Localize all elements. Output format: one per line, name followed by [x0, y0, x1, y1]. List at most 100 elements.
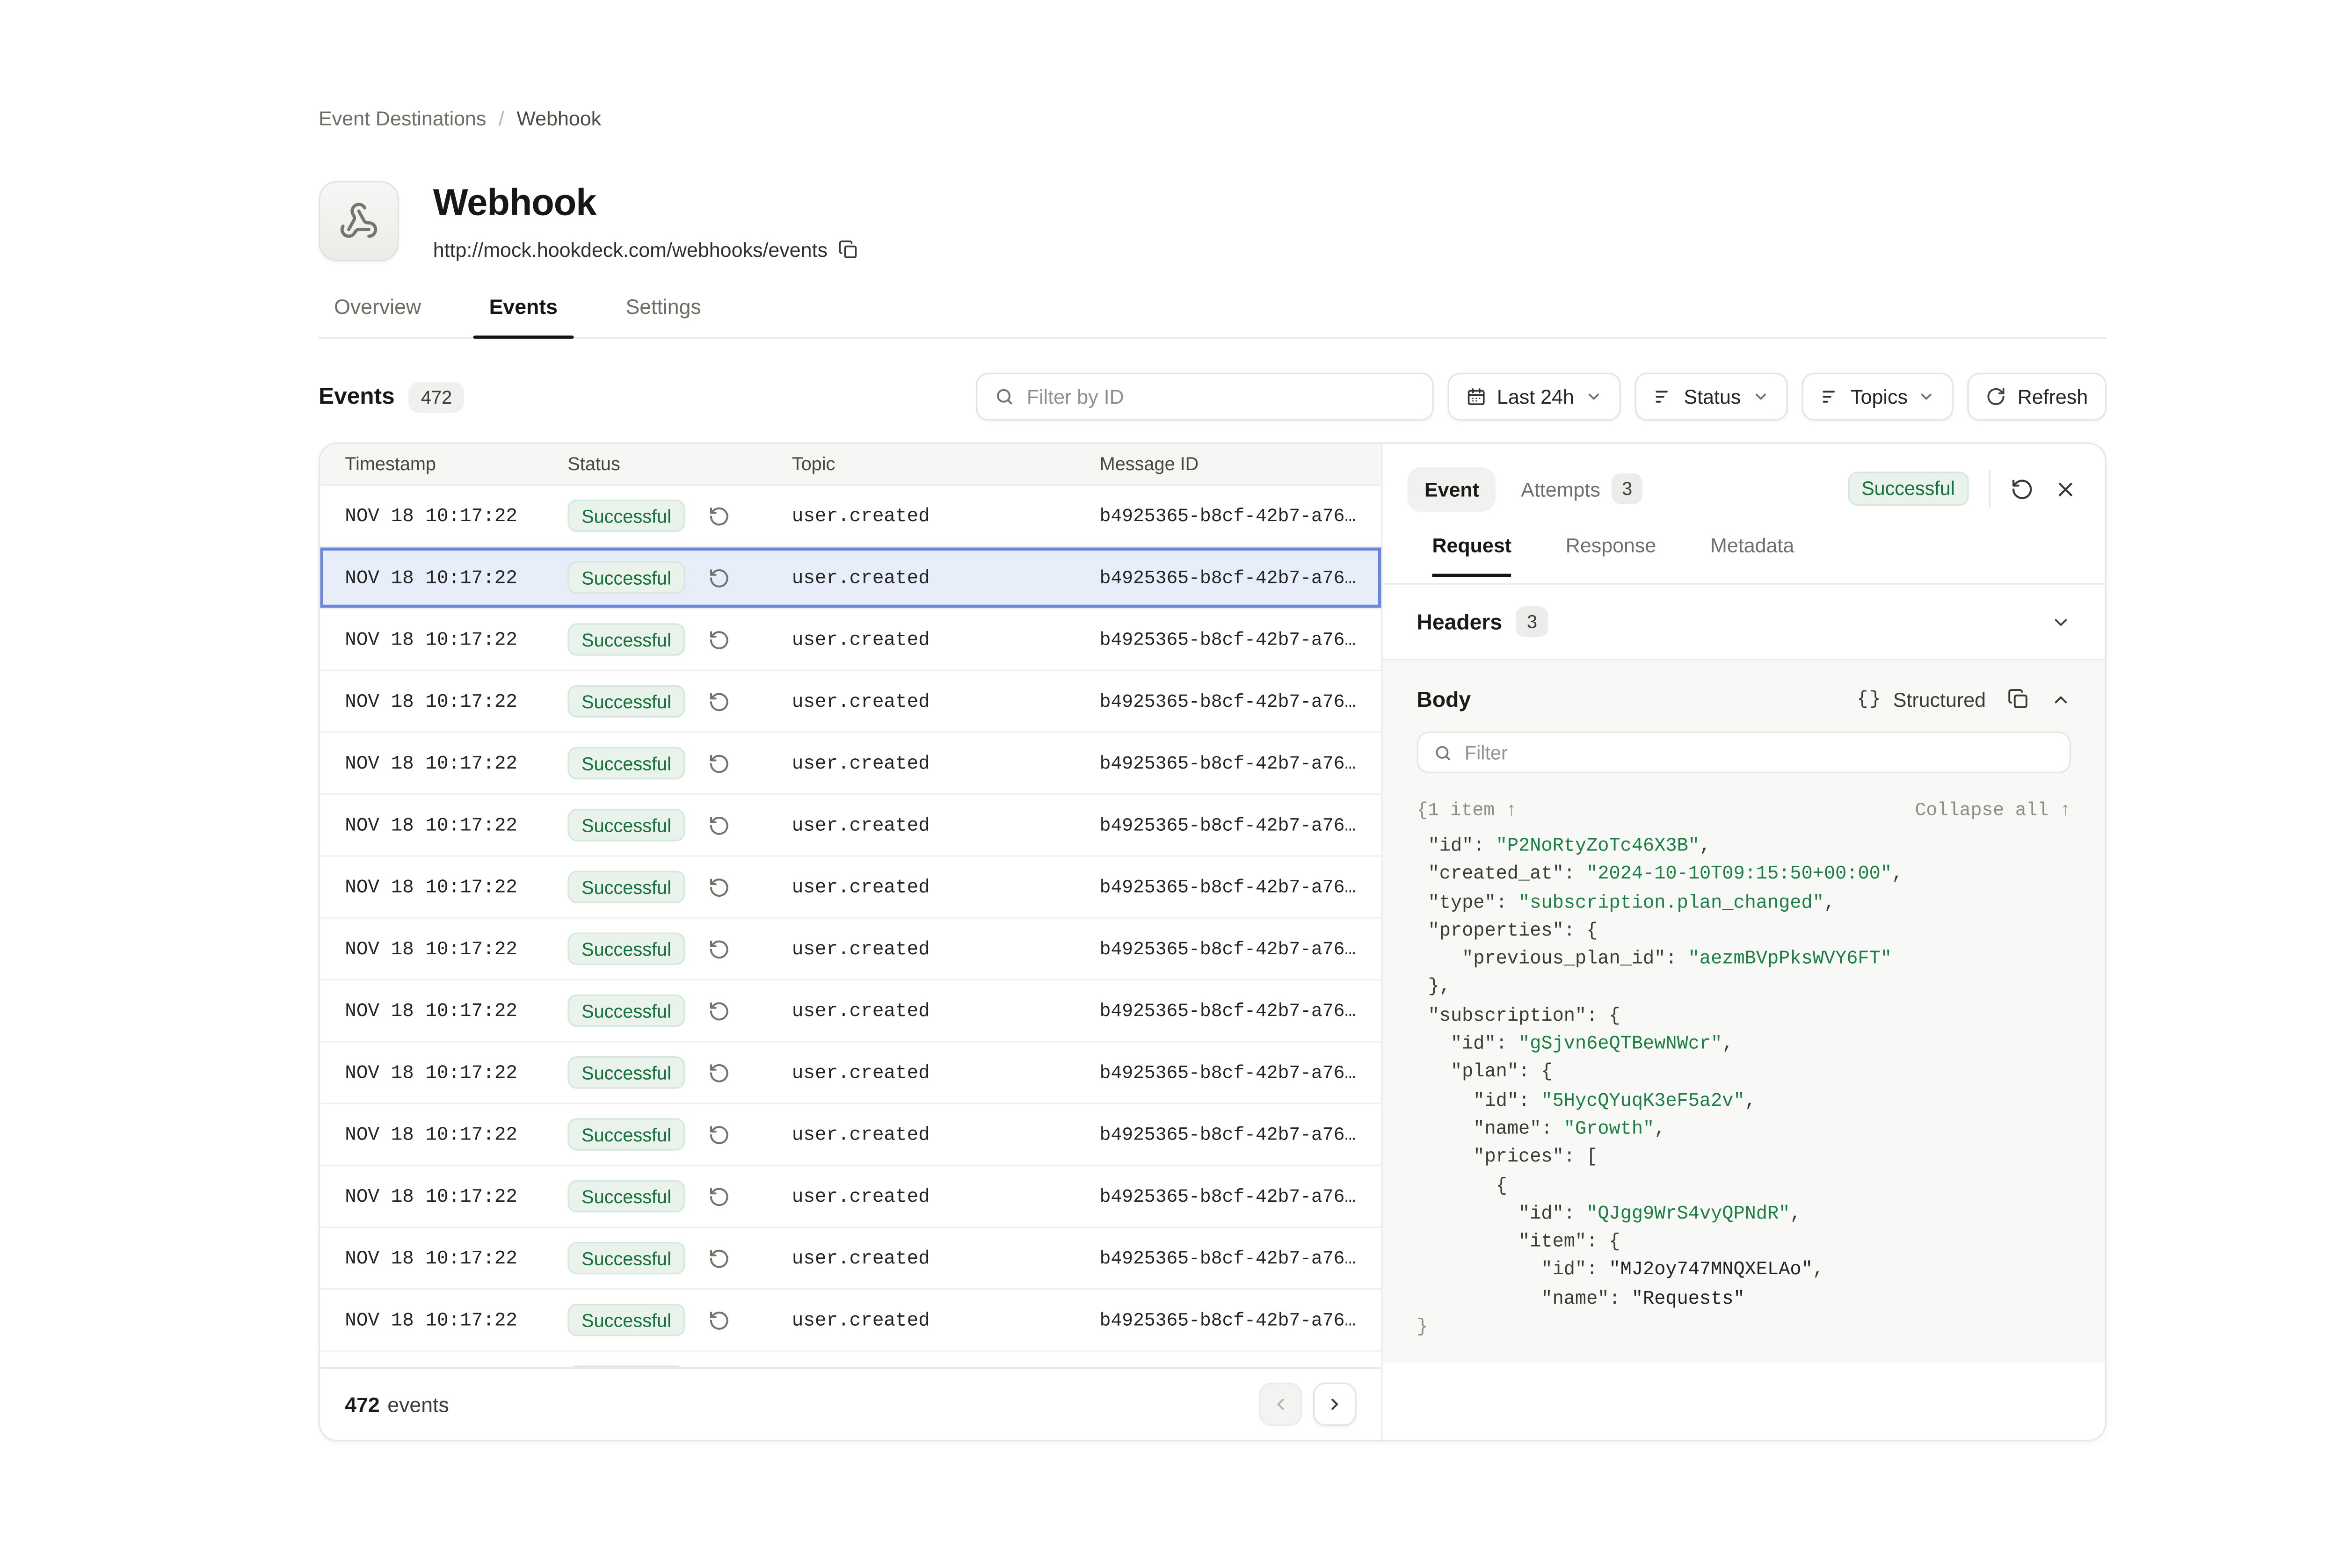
filter-lines-icon — [1653, 387, 1673, 407]
date-range-button[interactable]: Last 24h — [1447, 373, 1620, 421]
event-status-badge: Successful — [1847, 472, 1969, 505]
retry-icon[interactable] — [708, 814, 730, 836]
event-rows: NOV 18 10:17:22 Successful user.created … — [320, 486, 1381, 1367]
structured-toggle[interactable]: {} Structured — [1857, 688, 1986, 711]
event-tab[interactable]: Event — [1408, 466, 1496, 511]
table-row[interactable]: NOV 18 10:17:22 Successful user.created … — [320, 1042, 1381, 1104]
id-search-box[interactable] — [976, 373, 1434, 421]
status-badge: Successful — [567, 933, 685, 965]
subtab-request[interactable]: Request — [1432, 534, 1511, 575]
table-row[interactable]: NOV 18 10:17:22 Successful user.created … — [320, 1352, 1381, 1367]
row-timestamp: NOV 18 10:17:22 — [345, 1062, 567, 1083]
table-row[interactable]: NOV 18 10:17:22 Successful user.created … — [320, 1290, 1381, 1351]
subtab-metadata[interactable]: Metadata — [1710, 534, 1794, 575]
status-filter-label: Status — [1684, 385, 1741, 408]
retry-icon[interactable] — [708, 876, 730, 898]
status-badge: Successful — [567, 623, 685, 655]
row-message-id: b4925365-b8cf-42b7-a76… — [1100, 629, 1363, 650]
retry-icon[interactable] — [708, 1000, 730, 1021]
filter-lines-icon — [1820, 387, 1840, 407]
row-message-id: b4925365-b8cf-42b7-a76… — [1100, 938, 1363, 959]
webhook-url-row: http://mock.hookdeck.com/webhooks/events — [433, 238, 858, 261]
close-panel-button[interactable] — [2054, 477, 2077, 501]
events-count-badge: 472 — [408, 381, 464, 412]
table-row[interactable]: NOV 18 10:17:22 Successful user.created … — [320, 1228, 1381, 1290]
status-badge: Successful — [567, 809, 685, 841]
table-row[interactable]: NOV 18 10:17:22 Successful user.created … — [320, 857, 1381, 919]
status-filter-button[interactable]: Status — [1634, 373, 1787, 421]
table-row[interactable]: NOV 18 10:17:22 Successful user.created … — [320, 733, 1381, 795]
row-timestamp: NOV 18 10:17:22 — [345, 814, 567, 836]
tab-overview[interactable]: Overview — [319, 295, 436, 337]
retry-event-button[interactable] — [2011, 477, 2034, 501]
retry-icon[interactable] — [708, 567, 730, 588]
tab-settings[interactable]: Settings — [610, 295, 716, 337]
subtab-response[interactable]: Response — [1566, 534, 1656, 575]
retry-icon[interactable] — [708, 1309, 730, 1331]
attempts-tab[interactable]: Attempts 3 — [1521, 473, 1643, 504]
body-section: Body {} Structured — [1383, 661, 2105, 1363]
table-row[interactable]: NOV 18 10:17:22 Successful user.created … — [320, 610, 1381, 671]
previous-page-button[interactable] — [1259, 1383, 1302, 1426]
attempts-label: Attempts — [1521, 477, 1600, 501]
row-timestamp: NOV 18 10:17:22 — [345, 690, 567, 712]
retry-icon[interactable] — [708, 629, 730, 650]
row-message-id: b4925365-b8cf-42b7-a76… — [1100, 1309, 1363, 1331]
copy-url-button[interactable] — [838, 240, 858, 260]
retry-icon[interactable] — [708, 1185, 730, 1207]
webhook-icon — [339, 201, 379, 241]
breadcrumb-current[interactable]: Webhook — [516, 107, 601, 130]
table-row[interactable]: NOV 18 10:17:22 Successful user.created … — [320, 980, 1381, 1042]
retry-icon[interactable] — [708, 505, 730, 526]
headers-section[interactable]: Headers 3 — [1383, 585, 2105, 661]
retry-icon[interactable] — [708, 752, 730, 774]
row-message-id: b4925365-b8cf-42b7-a76… — [1100, 1000, 1363, 1021]
webhook-tile — [319, 181, 399, 261]
row-status-cell: Successful — [567, 747, 792, 779]
table-row[interactable]: NOV 18 10:17:22 Successful user.created … — [320, 1104, 1381, 1166]
row-topic: user.created — [792, 1185, 1100, 1207]
row-status-cell: Successful — [567, 623, 792, 655]
column-header-topic: Topic — [792, 453, 1100, 475]
chevron-down-icon[interactable] — [2051, 612, 2071, 632]
divider — [1989, 470, 1990, 507]
breadcrumb-parent[interactable]: Event Destinations — [319, 107, 486, 130]
row-message-id: b4925365-b8cf-42b7-a76… — [1100, 1062, 1363, 1083]
footer-event-label: events — [387, 1393, 449, 1416]
refresh-button[interactable]: Refresh — [1968, 373, 2107, 421]
table-row[interactable]: NOV 18 10:17:22 Successful user.created … — [320, 547, 1381, 609]
retry-icon[interactable] — [708, 1124, 730, 1145]
tab-events[interactable]: Events — [474, 295, 574, 337]
row-topic: user.created — [792, 752, 1100, 774]
body-filter-input[interactable] — [1465, 741, 2054, 763]
retry-icon[interactable] — [708, 690, 730, 712]
headers-title: Headers — [1416, 610, 1502, 634]
braces-icon: {} — [1857, 688, 1882, 710]
retry-icon[interactable] — [708, 1062, 730, 1083]
table-row[interactable]: NOV 18 10:17:22 Successful user.created … — [320, 795, 1381, 857]
next-page-button[interactable] — [1313, 1383, 1357, 1426]
attempts-count-badge: 3 — [1611, 473, 1643, 504]
row-topic: user.created — [792, 814, 1100, 836]
topics-filter-button[interactable]: Topics — [1801, 373, 1954, 421]
row-status-cell: Successful — [567, 1242, 792, 1274]
json-content: "id": "P2NoRtyZoTc46X3B", "created_at": … — [1416, 832, 2070, 1342]
table-row[interactable]: NOV 18 10:17:22 Successful user.created … — [320, 1166, 1381, 1228]
refresh-label: Refresh — [2018, 385, 2088, 408]
row-status-cell: Successful — [567, 1118, 792, 1150]
json-items-summary[interactable]: {1 item ↑ — [1416, 799, 1517, 821]
id-search-input[interactable] — [1027, 385, 1415, 408]
body-filter-box[interactable] — [1416, 732, 2070, 773]
copy-body-button[interactable] — [2007, 688, 2029, 710]
chevron-down-icon — [1585, 388, 1602, 405]
retry-icon[interactable] — [708, 1247, 730, 1269]
table-footer: 472 events — [320, 1367, 1381, 1440]
collapse-all-button[interactable]: Collapse all ↑ — [1915, 799, 2071, 821]
table-row[interactable]: NOV 18 10:17:22 Successful user.created … — [320, 486, 1381, 547]
row-message-id: b4925365-b8cf-42b7-a76… — [1100, 752, 1363, 774]
row-message-id: b4925365-b8cf-42b7-a76… — [1100, 690, 1363, 712]
table-row[interactable]: NOV 18 10:17:22 Successful user.created … — [320, 671, 1381, 733]
retry-icon[interactable] — [708, 938, 730, 959]
collapse-body-button[interactable] — [2051, 689, 2071, 709]
table-row[interactable]: NOV 18 10:17:22 Successful user.created … — [320, 919, 1381, 980]
